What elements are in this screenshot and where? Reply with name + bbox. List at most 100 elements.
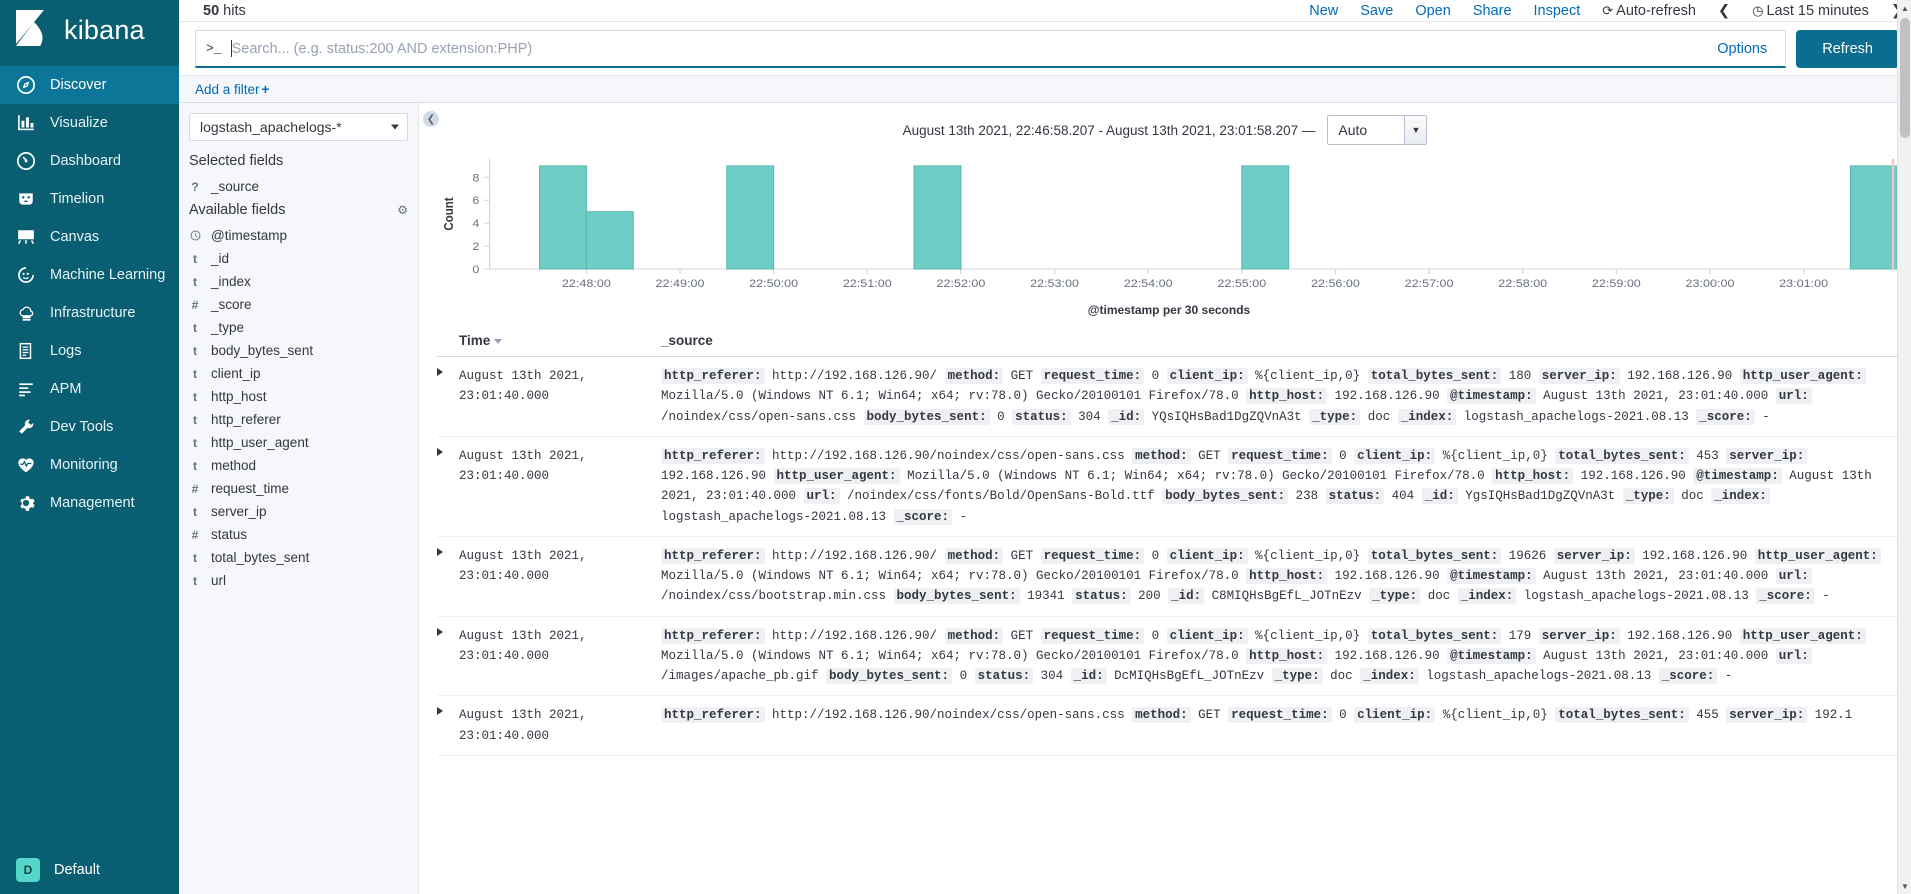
field-item-http-referer[interactable]: t http_referer bbox=[179, 408, 418, 431]
sidebar-item-discover[interactable]: Discover bbox=[0, 66, 179, 104]
field-key: @timestamp: bbox=[1447, 568, 1536, 584]
field-value: logstash_apachelogs-2021.08.13 bbox=[1418, 669, 1659, 683]
sidebar-item-infrastructure[interactable]: Infrastructure bbox=[0, 294, 179, 332]
field-value: http://192.168.126.90/ bbox=[764, 548, 945, 563]
expand-triangle-icon[interactable] bbox=[437, 707, 443, 716]
field-item-source[interactable]: ? _source bbox=[179, 175, 418, 198]
sidebar-item-timelion[interactable]: Timelion bbox=[0, 180, 179, 218]
search-bar[interactable]: >_ Options bbox=[195, 30, 1787, 68]
expand-row-cell[interactable] bbox=[437, 626, 459, 687]
svg-text:22:55:00: 22:55:00 bbox=[1217, 277, 1266, 290]
field-key: body_bytes_sent: bbox=[826, 668, 953, 684]
scroll-down-arrow-icon[interactable]: ▼ bbox=[1898, 878, 1911, 894]
sidebar-item-label: Visualize bbox=[50, 115, 108, 131]
interval-select[interactable]: Auto ▼ bbox=[1327, 115, 1428, 145]
field-value: 192.168.126.90 bbox=[1573, 469, 1694, 483]
field-type-date-icon bbox=[189, 230, 201, 241]
scroll-up-arrow-icon[interactable]: ▲ bbox=[1898, 0, 1911, 16]
sidebar-item-apm[interactable]: APM bbox=[0, 370, 179, 408]
field-item-client-ip[interactable]: t client_ip bbox=[179, 362, 418, 385]
sidebar-item-logs[interactable]: Logs bbox=[0, 332, 179, 370]
sidebar-item-machine-learning[interactable]: Machine Learning bbox=[0, 256, 179, 294]
save-button[interactable]: Save bbox=[1360, 3, 1393, 19]
field-key: request_time: bbox=[1040, 368, 1145, 384]
open-button[interactable]: Open bbox=[1415, 3, 1450, 19]
fields-sidebar: logstash_apachelogs-* Selected fields ? … bbox=[179, 103, 419, 894]
field-key: request_time: bbox=[1040, 547, 1145, 564]
expand-triangle-icon[interactable] bbox=[437, 547, 443, 556]
space-selector[interactable]: D Default bbox=[0, 858, 100, 882]
dashboard-icon bbox=[16, 151, 36, 171]
svg-text:0: 0 bbox=[472, 263, 479, 276]
histogram-chart[interactable]: 0 2 4 6 8 22:48:00 22:49:00 22:50:00 22:51:00 22:… bbox=[437, 151, 1901, 301]
page-scrollbar[interactable]: ▲ ▼ bbox=[1897, 0, 1911, 894]
field-key: server_ip: bbox=[1553, 547, 1635, 564]
field-item-id[interactable]: t _id bbox=[179, 247, 418, 270]
chart-header: August 13th 2021, 22:46:58.207 - August … bbox=[419, 103, 1911, 151]
expand-triangle-icon[interactable] bbox=[437, 368, 443, 376]
time-picker-button[interactable]: ◷ Last 15 minutes bbox=[1752, 3, 1869, 19]
source-column-header[interactable]: _source bbox=[661, 333, 1911, 348]
table-row[interactable]: August 13th 2021, 23:01:40.000 http_refer… bbox=[437, 537, 1911, 617]
auto-refresh-button[interactable]: ⟳ Auto-refresh bbox=[1602, 3, 1696, 19]
field-key: http_host: bbox=[1492, 468, 1574, 484]
field-item-server-ip[interactable]: t server_ip bbox=[179, 500, 418, 523]
share-button[interactable]: Share bbox=[1473, 3, 1512, 19]
field-item-method[interactable]: t method bbox=[179, 454, 418, 477]
field-item-timestamp[interactable]: @timestamp bbox=[179, 224, 418, 247]
scrollbar-thumb[interactable] bbox=[1900, 18, 1910, 138]
table-row[interactable]: August 13th 2021, 23:01:40.000 http_refer… bbox=[437, 696, 1911, 756]
field-key: server_ip: bbox=[1726, 707, 1808, 724]
field-item-status[interactable]: # status bbox=[179, 523, 418, 546]
refresh-button[interactable]: Refresh bbox=[1796, 30, 1899, 68]
field-value: Mozilla/5.0 (Windows NT 6.1; Win64; x64;… bbox=[899, 469, 1493, 483]
table-row[interactable]: August 13th 2021, 23:01:40.000 http_refer… bbox=[437, 437, 1911, 537]
field-key: _type: bbox=[1622, 488, 1674, 505]
field-item-request-time[interactable]: # request_time bbox=[179, 477, 418, 500]
field-item-total-bytes-sent[interactable]: t total_bytes_sent bbox=[179, 546, 418, 569]
collapse-sidebar-button[interactable]: ❮ bbox=[423, 111, 439, 127]
field-item-index[interactable]: t _index bbox=[179, 270, 418, 293]
expand-row-cell[interactable] bbox=[437, 705, 459, 746]
field-item-url[interactable]: t url bbox=[179, 569, 418, 592]
inspect-button[interactable]: Inspect bbox=[1534, 3, 1581, 19]
options-button[interactable]: Options bbox=[1705, 41, 1779, 57]
field-type-string-icon: t bbox=[193, 320, 197, 335]
expand-triangle-icon[interactable] bbox=[437, 447, 443, 456]
svg-text:2: 2 bbox=[472, 240, 479, 253]
new-button[interactable]: New bbox=[1309, 3, 1338, 19]
table-row[interactable]: August 13th 2021, 23:01:40.000 http_refer… bbox=[437, 617, 1911, 697]
field-value: %{client_ip,0} bbox=[1247, 369, 1368, 383]
sidebar-item-visualize[interactable]: Visualize bbox=[0, 104, 179, 142]
field-item-score[interactable]: # _score bbox=[179, 293, 418, 316]
sidebar-item-monitoring[interactable]: Monitoring bbox=[0, 446, 179, 484]
search-input[interactable] bbox=[231, 40, 1706, 57]
time-prev-button[interactable]: ❮ bbox=[1718, 3, 1730, 19]
expand-row-cell[interactable] bbox=[437, 366, 459, 427]
index-pattern-select[interactable]: logstash_apachelogs-* bbox=[189, 113, 408, 141]
field-settings-gear-icon[interactable]: ⚙ bbox=[397, 203, 408, 217]
sidebar-item-dashboard[interactable]: Dashboard bbox=[0, 142, 179, 180]
table-row[interactable]: August 13th 2021, 23:01:40.000 http_refer… bbox=[437, 357, 1911, 437]
field-key: @timestamp: bbox=[1447, 388, 1536, 405]
add-filter-button[interactable]: Add a filter + bbox=[195, 82, 269, 97]
field-item-http-user-agent[interactable]: t http_user_agent bbox=[179, 431, 418, 454]
wrench-icon bbox=[16, 417, 36, 437]
sidebar-item-dev-tools[interactable]: Dev Tools bbox=[0, 408, 179, 446]
field-key: status: bbox=[974, 668, 1034, 684]
sort-desc-icon[interactable] bbox=[494, 338, 503, 344]
time-column-header[interactable]: Time bbox=[459, 333, 661, 348]
field-value: 0 bbox=[1331, 448, 1355, 463]
field-value: GET bbox=[1190, 448, 1229, 463]
sidebar-item-management[interactable]: Management bbox=[0, 484, 179, 522]
field-key: client_ip: bbox=[1166, 368, 1248, 384]
expand-triangle-icon[interactable] bbox=[437, 627, 443, 636]
field-item-type[interactable]: t _type bbox=[179, 316, 418, 339]
expand-row-cell[interactable] bbox=[437, 546, 459, 607]
field-item-http-host[interactable]: t http_host bbox=[179, 385, 418, 408]
field-item-body-bytes-sent[interactable]: t body_bytes_sent bbox=[179, 339, 418, 362]
field-name: http_user_agent bbox=[211, 435, 309, 450]
svg-text:22:49:00: 22:49:00 bbox=[656, 277, 705, 290]
expand-row-cell[interactable] bbox=[437, 446, 459, 527]
sidebar-item-canvas[interactable]: Canvas bbox=[0, 218, 179, 256]
